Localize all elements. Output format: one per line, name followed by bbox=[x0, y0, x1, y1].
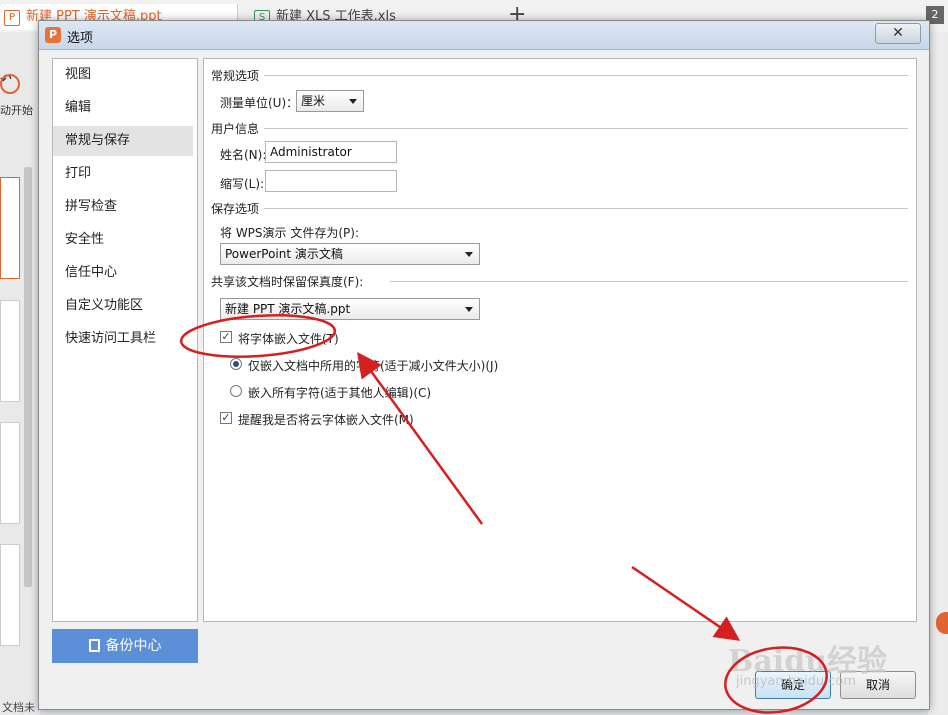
remind-cloud-fonts-label: 提醒我是否将云字体嵌入文件(M) bbox=[238, 413, 414, 427]
side-widget[interactable] bbox=[936, 612, 948, 634]
chevron-down-icon bbox=[465, 307, 473, 312]
section-divider bbox=[264, 128, 908, 129]
start-slideshow-icon[interactable] bbox=[0, 74, 20, 94]
presentation-icon: P bbox=[4, 10, 20, 26]
thumbnail-scrollbar[interactable] bbox=[24, 167, 32, 587]
embed-used-chars-label: 仅嵌入文档中所用的字符(适于减小文件大小)(J) bbox=[248, 359, 499, 373]
section-divider bbox=[390, 281, 908, 282]
embed-fonts-checkbox[interactable]: ✓ bbox=[220, 331, 232, 343]
fidelity-document-select[interactable]: 新建 PPT 演示文稿.ppt bbox=[220, 298, 480, 320]
options-nav: 视图 编辑 常规与保存 打印 拼写检查 安全性 信任中心 自定义功能区 快速访问… bbox=[52, 58, 198, 622]
name-input[interactable]: Administrator bbox=[265, 141, 397, 163]
embed-fonts-label: 将字体嵌入文件(T) bbox=[238, 332, 339, 346]
embed-all-chars-label: 嵌入所有字符(适于其他人编辑)(C) bbox=[248, 386, 432, 400]
unit-select[interactable]: 厘米 bbox=[296, 90, 364, 112]
unit-label: 测量单位(U)： bbox=[220, 96, 299, 110]
nav-item-view[interactable]: 视图 bbox=[53, 60, 193, 90]
slide-thumbnail[interactable] bbox=[0, 422, 20, 524]
backup-center-button[interactable]: 备份中心 bbox=[52, 629, 198, 663]
fidelity-document-value: 新建 PPT 演示文稿.ppt bbox=[225, 302, 351, 316]
dialog-title: 选项 bbox=[67, 31, 94, 46]
initials-input[interactable] bbox=[265, 170, 397, 192]
status-text: 文档未 bbox=[2, 701, 35, 714]
initials-label: 缩写(L): bbox=[220, 177, 265, 191]
section-title-user-info: 用户信息 bbox=[211, 122, 260, 136]
name-label: 姓名(N): bbox=[220, 148, 267, 162]
options-dialog: P 选项 ✕ 视图 编辑 常规与保存 打印 拼写检查 安全性 信任中心 自定义功… bbox=[38, 20, 930, 710]
slide-thumbnail[interactable] bbox=[0, 300, 20, 402]
backup-label: 备份中心 bbox=[105, 638, 162, 654]
backup-icon bbox=[88, 639, 100, 652]
save-format-value: PowerPoint 演示文稿 bbox=[225, 247, 343, 261]
baidu-watermark-url: jingyan.baidu.com bbox=[736, 674, 856, 689]
nav-item-spell-check[interactable]: 拼写检查 bbox=[53, 192, 193, 222]
section-title-save: 保存选项 bbox=[211, 202, 260, 216]
slide-thumbnail[interactable] bbox=[0, 177, 20, 279]
nav-item-security[interactable]: 安全性 bbox=[53, 225, 193, 255]
wps-logo-icon: P bbox=[45, 27, 61, 43]
section-title-fidelity: 共享该文档时保留保真度(F): bbox=[211, 275, 364, 289]
embed-all-chars-radio[interactable] bbox=[230, 385, 242, 397]
section-title-general: 常规选项 bbox=[211, 69, 260, 83]
options-content: 常规选项 测量单位(U)： 厘米 用户信息 姓名(N): Administrat… bbox=[203, 58, 917, 622]
nav-item-print[interactable]: 打印 bbox=[53, 159, 193, 189]
section-divider bbox=[264, 208, 908, 209]
save-format-select[interactable]: PowerPoint 演示文稿 bbox=[220, 243, 480, 265]
chevron-down-icon bbox=[465, 252, 473, 257]
nav-item-edit[interactable]: 编辑 bbox=[53, 93, 193, 123]
dialog-titlebar[interactable]: P 选项 ✕ bbox=[39, 21, 929, 50]
slide-thumbnail[interactable] bbox=[0, 544, 20, 646]
start-label: 动开始 bbox=[0, 104, 33, 117]
unit-value: 厘米 bbox=[301, 94, 326, 108]
save-as-label: 将 WPS演示 文件存为(P): bbox=[220, 226, 359, 240]
close-button[interactable]: ✕ bbox=[875, 23, 921, 44]
embed-used-chars-radio[interactable] bbox=[230, 358, 242, 370]
nav-item-quick-access-toolbar[interactable]: 快速访问工具栏 bbox=[53, 324, 193, 354]
section-divider bbox=[264, 75, 908, 76]
nav-item-trust-center[interactable]: 信任中心 bbox=[53, 258, 193, 288]
background-left-panel: ↶ 动开始 文档未 bbox=[0, 32, 40, 715]
chevron-down-icon bbox=[349, 99, 357, 104]
nav-item-customize-ribbon[interactable]: 自定义功能区 bbox=[53, 291, 193, 321]
remind-cloud-fonts-checkbox[interactable]: ✓ bbox=[220, 412, 232, 424]
nav-item-general-save[interactable]: 常规与保存 bbox=[53, 126, 193, 156]
background-right-panel bbox=[928, 32, 948, 715]
